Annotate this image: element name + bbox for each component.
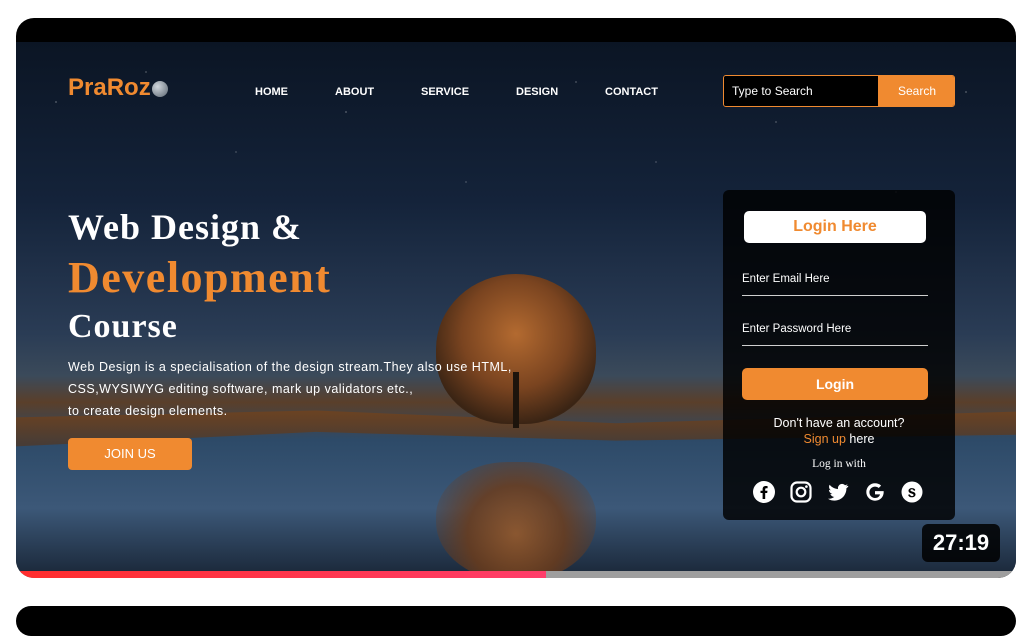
password-field[interactable]: Enter Password Here [742, 318, 928, 346]
nav-design[interactable]: DESIGN [516, 86, 558, 98]
search-bar: Type to Search Search [723, 75, 955, 107]
signup-prompt: Don't have an account? Sign up here [723, 415, 955, 447]
google-icon[interactable] [863, 480, 887, 504]
tree-trunk [513, 372, 519, 428]
hero-description-line: Web Design is a specialisation of the de… [68, 360, 512, 374]
next-video-thumbnail[interactable] [16, 606, 1016, 636]
thumbnail-image: PraRoz HOME ABOUT SERVICE DESIGN CONTACT… [16, 42, 1016, 572]
logo-text: PraRoz [68, 74, 151, 101]
login-button[interactable]: Login [742, 368, 928, 400]
no-account-text: Don't have an account? [773, 416, 905, 430]
hero-title-line2: Development [68, 253, 332, 302]
watch-progress-bar [16, 571, 1016, 578]
watch-progress-fill [16, 571, 546, 578]
search-input[interactable]: Type to Search [724, 76, 878, 106]
login-with-label: Log in with [812, 458, 866, 470]
facebook-icon[interactable] [752, 480, 776, 504]
signup-suffix: here [845, 432, 875, 446]
nav-home[interactable]: HOME [255, 86, 288, 98]
video-duration-badge: 27:19 [922, 524, 1000, 562]
nav-contact[interactable]: CONTACT [605, 86, 658, 98]
skype-icon[interactable] [900, 480, 924, 504]
hero-description-line: to create design elements. [68, 404, 228, 418]
nav-service[interactable]: SERVICE [421, 86, 469, 98]
instagram-icon[interactable] [789, 480, 813, 504]
globe-icon [151, 80, 168, 97]
video-thumbnail[interactable]: PraRoz HOME ABOUT SERVICE DESIGN CONTACT… [16, 18, 1016, 578]
nav-about[interactable]: ABOUT [335, 86, 374, 98]
login-panel: Login Here Enter Email Here Enter Passwo… [723, 190, 955, 520]
hero-title-line1: Web Design & [68, 207, 303, 247]
join-us-button[interactable]: JOIN US [68, 438, 192, 470]
tree-reflection [436, 462, 596, 572]
signup-line: Sign up here [723, 431, 955, 447]
signup-link[interactable]: Sign up [804, 432, 846, 446]
login-title: Login Here [744, 211, 926, 243]
hero-description: Web Design is a specialisation of the de… [68, 356, 512, 422]
email-field[interactable]: Enter Email Here [742, 268, 928, 296]
site-logo[interactable]: PraRoz [68, 74, 168, 102]
hero-title-line3: Course [68, 308, 178, 345]
search-button[interactable]: Search [878, 76, 954, 106]
hero-description-line: CSS,WYSIWYG editing software, mark up va… [68, 382, 414, 396]
twitter-icon[interactable] [826, 480, 850, 504]
